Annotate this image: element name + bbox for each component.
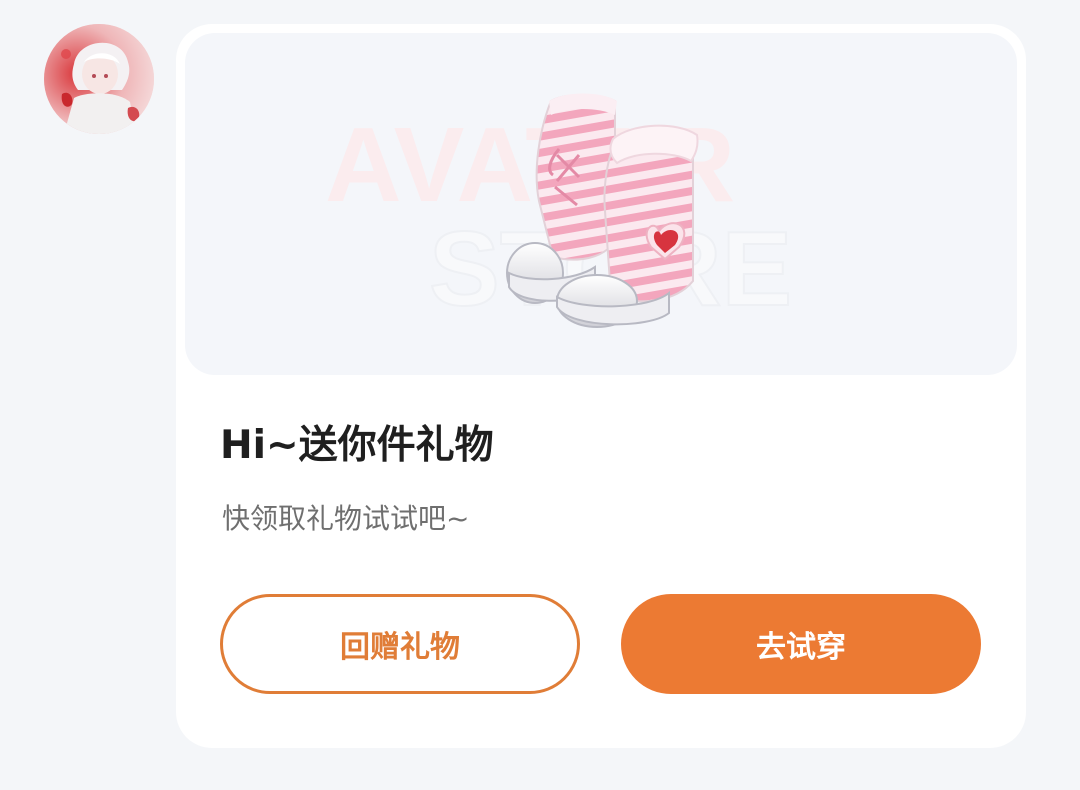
gift-subtitle: 快领取礼物试试吧~: [222, 502, 470, 535]
gift-title: Hi~送你件礼物: [220, 423, 494, 468]
return-gift-button[interactable]: 回赠礼物: [220, 594, 580, 694]
chat-message-page: AVATAR STORE: [0, 0, 1080, 790]
user-avatar-icon: [44, 24, 154, 134]
sender-avatar[interactable]: [44, 24, 154, 134]
gift-card: AVATAR STORE: [176, 24, 1026, 748]
try-on-button[interactable]: 去试穿: [621, 594, 981, 694]
pink-striped-boots-icon: [506, 93, 699, 328]
gift-preview[interactable]: AVATAR STORE: [185, 33, 1017, 375]
